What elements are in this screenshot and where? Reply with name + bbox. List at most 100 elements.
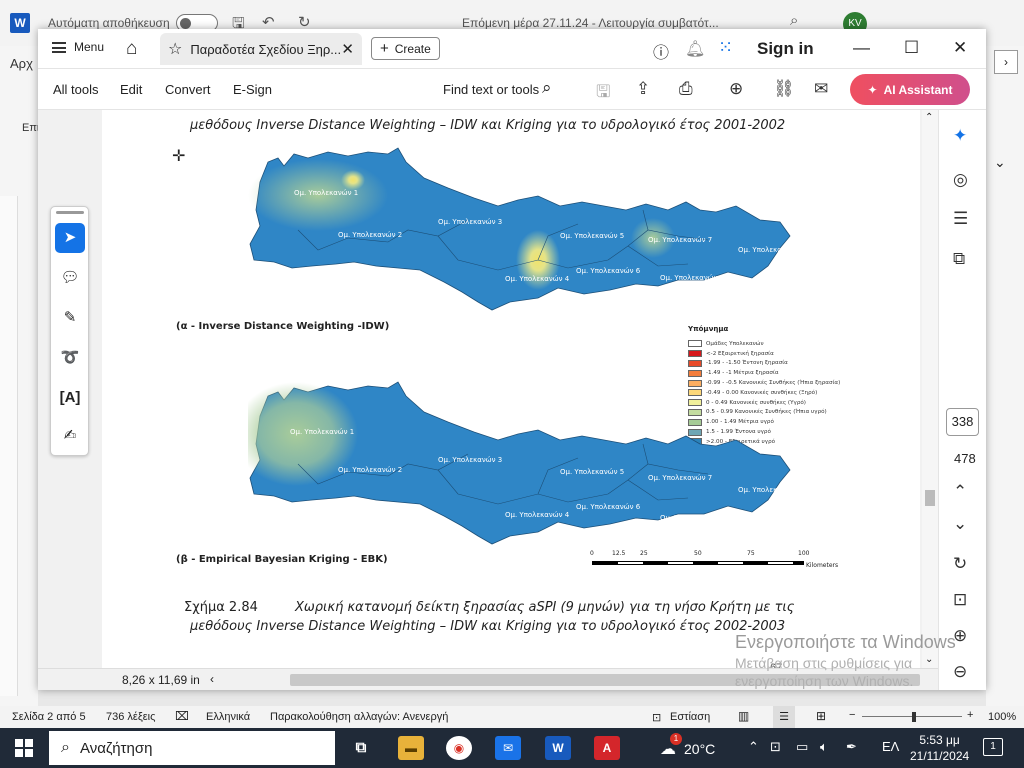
select-tool-icon[interactable]: ➤ (55, 223, 85, 253)
zoom-level[interactable]: 100% (988, 711, 1016, 723)
zoom-in-plus-icon[interactable]: + (967, 709, 973, 721)
scroll-up-icon[interactable]: ⌃ (925, 112, 933, 123)
district-label: Ομ. Υπολεκανών 6 (576, 267, 641, 275)
fit-page-icon[interactable]: ⊡ (953, 590, 967, 610)
draw-tool-icon[interactable]: ➰ (55, 343, 85, 373)
read-mode-icon[interactable]: ▥ (738, 709, 749, 723)
print-icon[interactable]: ⎙ (679, 79, 693, 99)
save-icon[interactable]: 🖫 (596, 79, 610, 108)
taskbar-search[interactable]: ⌕ Αναζήτηση (49, 731, 335, 765)
focus-button[interactable]: Εστίαση (670, 711, 710, 723)
page-down-icon[interactable]: ⌄ (953, 514, 967, 534)
clock-date: 21/11/2024 (910, 749, 970, 763)
create-button[interactable]: + Create (371, 37, 440, 60)
scrollbar-thumb[interactable] (925, 490, 935, 506)
legend-swatch (688, 340, 702, 348)
district-label: Ομ. Υπολεκανών 5 (560, 468, 624, 476)
comment-tool-icon[interactable]: 💬︎ (55, 263, 85, 293)
windows-start-icon[interactable] (15, 739, 33, 757)
file-explorer-icon[interactable]: ▬ (398, 736, 424, 760)
language-status[interactable]: Ελληνικά (206, 711, 250, 723)
panel-grip[interactable] (56, 211, 84, 214)
clock[interactable]: 5:53 μμ 21/11/2024 (910, 732, 969, 764)
refresh-icon[interactable]: ↻ (953, 554, 967, 574)
task-view-icon[interactable]: ⧉ (348, 736, 374, 760)
vertical-scrollbar[interactable]: ⌃ ⌄ (922, 110, 938, 668)
word-status-bar: Σελίδα 2 από 5 736 λέξεις ⌧ Ελληνικά Παρ… (0, 706, 1024, 728)
add-user-icon[interactable]: ⊕ (729, 79, 743, 99)
help-icon[interactable]: ⓘ (653, 39, 669, 63)
print-layout-icon[interactable]: ☰ (773, 706, 795, 728)
document-viewport[interactable]: μεθόδους Inverse Distance Weighting – ID… (38, 110, 938, 668)
text-select-tool-icon[interactable]: [A] (55, 383, 85, 413)
proofing-icon[interactable]: ⌧ (175, 709, 189, 723)
mail-app-icon[interactable]: ✉ (495, 736, 521, 760)
sign-tool-icon[interactable]: ✍ (55, 421, 85, 451)
upload-cloud-icon[interactable]: ⇪ (636, 79, 650, 99)
convert-menu[interactable]: Convert (165, 82, 211, 97)
word-vertical-ruler (0, 196, 18, 696)
track-changes-status[interactable]: Παρακολούθηση αλλαγών: Ανενεργή (270, 711, 448, 723)
legend-title: Υπόμνημα (688, 325, 729, 333)
mail-icon[interactable]: ✉ (814, 79, 828, 99)
legend-item: Ομάδες Υπολεκανών (688, 339, 858, 349)
speaker-icon[interactable]: 🔈︎ (820, 739, 828, 755)
weather-widget[interactable]: ☁ 1 20°C (660, 733, 715, 759)
apps-grid-icon[interactable]: ⁙ (718, 37, 733, 58)
network-icon[interactable]: ⊡ (770, 739, 781, 755)
acrobat-window: Menu ⌂ ☆ Παραδοτέα Σχεδίου Ξηρ... ✕ + Cr… (38, 29, 986, 690)
zoom-slider-knob[interactable] (912, 712, 916, 722)
plus-icon: + (380, 40, 389, 57)
scale-tick: 100 (798, 550, 810, 557)
web-layout-icon[interactable]: ⊞ (816, 709, 826, 723)
sign-in-link[interactable]: Sign in (757, 39, 814, 59)
bookmark-icon[interactable]: ☰ (953, 209, 968, 229)
page-up-icon[interactable]: ⌃ (953, 482, 967, 502)
bell-icon[interactable]: 🔔︎ (685, 39, 705, 59)
minimize-icon[interactable]: — (853, 38, 870, 58)
search-icon[interactable]: ⌕ (542, 78, 552, 98)
highlight-tool-icon[interactable]: ✎ (55, 303, 85, 333)
esign-menu[interactable]: E-Sign (233, 82, 272, 97)
page-count[interactable]: Σελίδα 2 από 5 (12, 711, 86, 723)
document-tab[interactable]: ☆ Παραδοτέα Σχεδίου Ξηρ... ✕ (160, 33, 362, 65)
acrobat-app-icon[interactable]: A (594, 736, 620, 760)
chevron-down-icon[interactable]: ⌄ (994, 154, 1006, 171)
chrome-icon[interactable]: ◉ (446, 736, 472, 760)
input-language[interactable]: ΕΛ (882, 739, 899, 754)
scroll-left-icon[interactable]: ‹ (210, 672, 214, 686)
link-icon[interactable]: ⛓︎ (773, 79, 795, 99)
close-window-icon[interactable]: ✕ (953, 38, 967, 58)
district-label: Ομ. Υπολεκανών 7 (648, 474, 712, 482)
star-icon[interactable]: ☆ (168, 39, 182, 59)
edit-menu[interactable]: Edit (120, 82, 142, 97)
current-page-input[interactable]: 338 (946, 408, 979, 436)
copy-pages-icon[interactable]: ⧉ (953, 249, 965, 269)
word-app-icon[interactable]: W (545, 736, 571, 760)
word-ribbon-tab-partial[interactable]: Αρχ (10, 56, 33, 71)
word-search-icon[interactable]: ⌕ (790, 12, 798, 29)
home-icon[interactable]: ⌂ (126, 38, 137, 60)
weather-badge: 1 (670, 733, 682, 745)
chevron-up-icon[interactable]: ⌃ (748, 739, 759, 755)
ai-comment-icon[interactable]: ✦ (953, 126, 967, 146)
menu-button[interactable]: Menu (52, 40, 104, 54)
ai-assistant-button[interactable]: ✦ AI Assistant (850, 74, 970, 105)
maximize-icon[interactable]: ☐ (904, 38, 919, 58)
zoom-out-minus-icon[interactable]: − (849, 709, 855, 721)
close-tab-icon[interactable]: ✕ (341, 40, 354, 58)
word-right-edge: › ⌄ (986, 46, 1024, 706)
chevron-right-icon[interactable]: › (994, 50, 1018, 74)
district-label: Ομ. Υπολεκανών 2 (338, 231, 402, 239)
battery-icon[interactable]: ▭ (796, 739, 808, 755)
ai-chat-icon[interactable]: ◎ (953, 170, 968, 190)
caption-line-2: μεθόδους Inverse Distance Weighting – ID… (190, 619, 786, 634)
all-tools-menu[interactable]: All tools (53, 82, 99, 97)
district-label: Ομ. Υπολεκανών 9 (738, 246, 802, 254)
watermark-line-2: Μετάβαση στις ρυθμίσεις για (735, 655, 913, 671)
word-count[interactable]: 736 λέξεις (106, 711, 155, 723)
notification-center-icon[interactable]: 1 (983, 738, 1003, 756)
find-text-tools[interactable]: Find text or tools (443, 82, 539, 97)
pen-icon[interactable]: ✒ (846, 739, 857, 755)
focus-icon[interactable]: ⊡ (652, 711, 661, 724)
